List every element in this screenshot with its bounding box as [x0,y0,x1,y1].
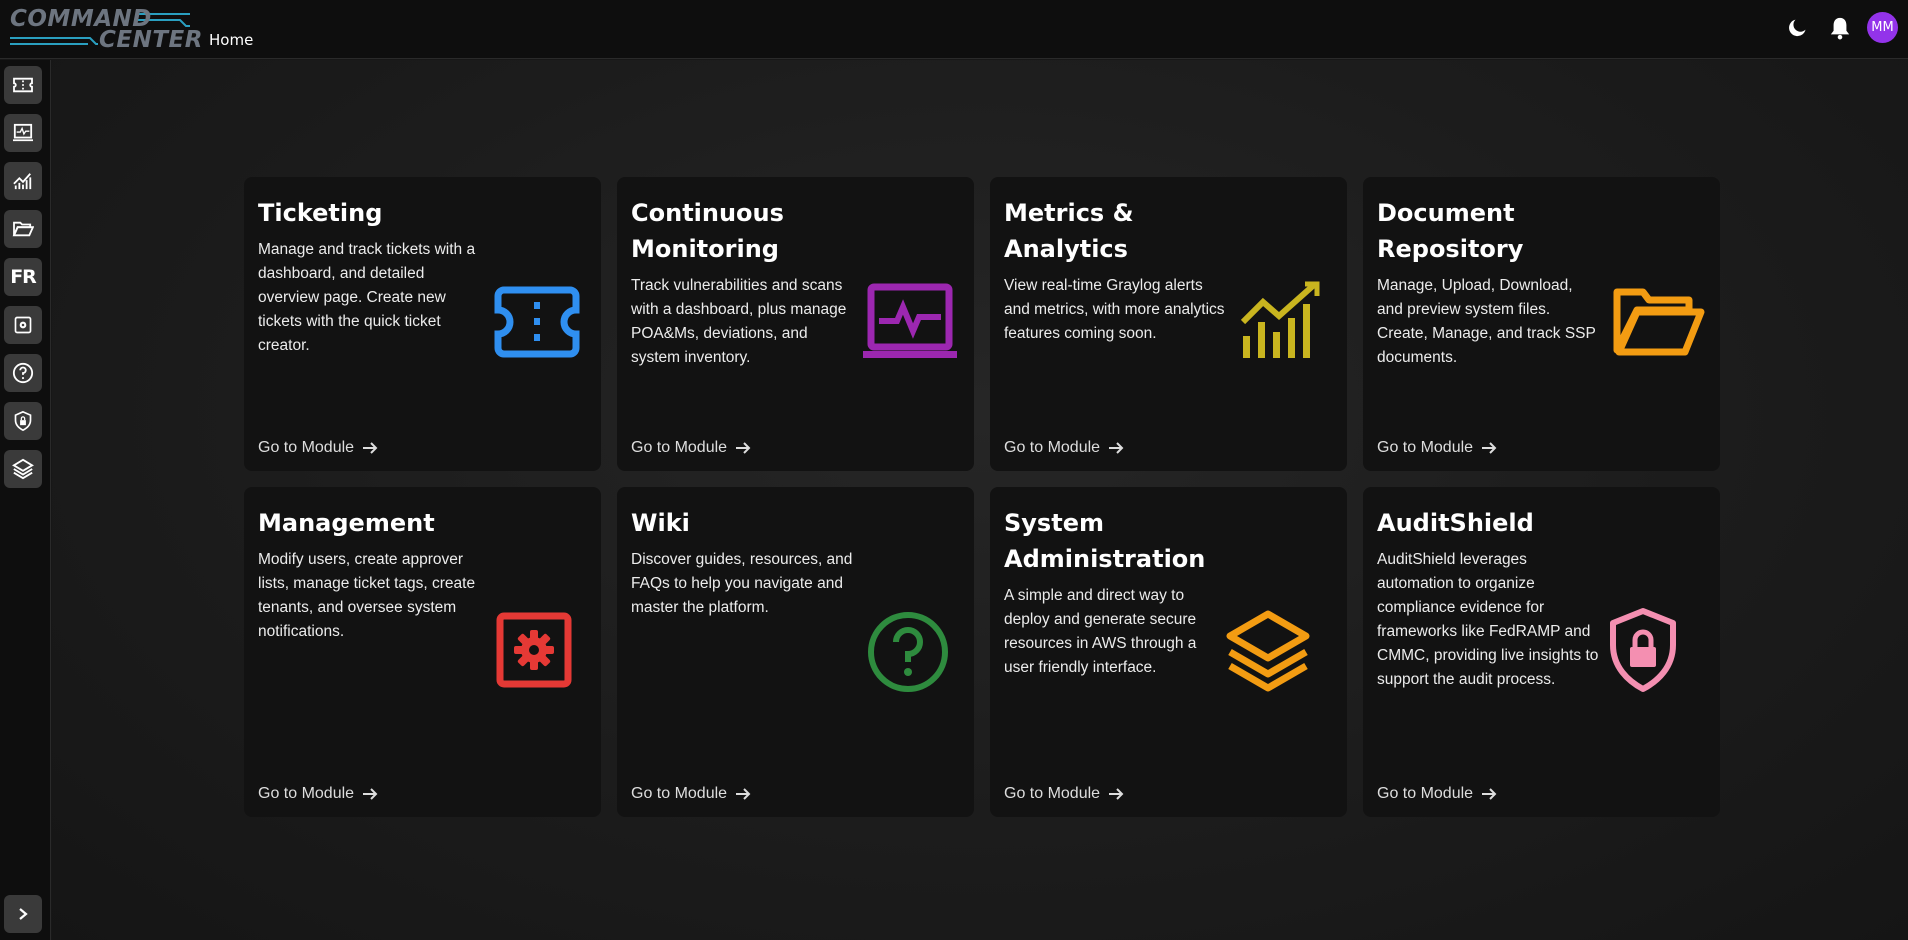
card-title: Wiki [631,509,690,537]
go-to-module-link[interactable]: Go to Module [1377,785,1497,803]
layers-icon [12,458,34,480]
sidebar-item-fr[interactable]: FR [4,258,42,296]
card-title: Ticketing [258,199,383,227]
go-to-module-label: Go to Module [1004,439,1101,456]
go-to-module-label: Go to Module [1004,785,1101,802]
fr-icon: FR [10,266,37,288]
module-card-auditshield[interactable]: AuditShield AuditShield leverages automa… [1363,487,1720,817]
help-icon [12,362,34,384]
layers-icon [1220,607,1316,693]
ticket-icon [492,282,582,362]
avatar[interactable]: MM [1867,12,1898,43]
arrow-right-icon [736,442,751,454]
breadcrumb-home[interactable]: Home [209,31,253,49]
go-to-module-link[interactable]: Go to Module [1004,439,1124,457]
sidebar-item-auditshield[interactable] [4,402,42,440]
card-title: System Administration [1004,509,1206,573]
monitor-icon [862,282,958,362]
card-title: AuditShield [1377,509,1534,537]
monitor-icon [12,123,33,142]
go-to-module-label: Go to Module [1377,785,1474,802]
main-content: Ticketing Manage and track tickets with … [52,60,1908,940]
module-card-management[interactable]: Management Modify users, create approver… [244,487,601,817]
arrow-right-icon [736,788,751,800]
card-description: AuditShield leverages automation to orga… [1377,551,1599,688]
folder-icon [1613,282,1705,362]
gear-icon [14,316,32,334]
sidebar-item-wiki[interactable] [4,354,42,392]
sidebar-expand-button[interactable] [4,895,42,933]
moon-icon[interactable] [1783,13,1813,43]
sidebar-item-management[interactable] [4,306,42,344]
card-title: Continuous Monitoring [631,199,784,263]
module-card-metrics-analytics[interactable]: Metrics & Analytics View real-time Grayl… [990,177,1347,471]
sidebar-item-documents[interactable] [4,210,42,248]
arrow-right-icon [363,442,378,454]
arrow-right-icon [363,788,378,800]
module-card-ticketing[interactable]: Ticketing Manage and track tickets with … [244,177,601,471]
go-to-module-label: Go to Module [631,785,728,802]
top-actions: MM [1783,12,1908,43]
go-to-module-link[interactable]: Go to Module [258,785,378,803]
sidebar: FR [0,60,51,940]
card-title: Document Repository [1377,199,1524,263]
card-description: Manage and track tickets with a dashboar… [258,241,476,354]
card-description: View real-time Graylog alerts and metric… [1004,277,1225,342]
chart-icon [1235,277,1325,362]
go-to-module-link[interactable]: Go to Module [631,439,751,457]
module-card-document-repository[interactable]: Document Repository Manage, Upload, Down… [1363,177,1720,471]
arrow-right-icon [1109,788,1124,800]
top-bar: COMMAND CENTER Home MM [0,0,1908,59]
sidebar-item-metrics[interactable] [4,162,42,200]
card-title: Metrics & Analytics [1004,199,1134,263]
card-title: Management [258,509,435,537]
module-card-continuous-monitoring[interactable]: Continuous Monitoring Track vulnerabilit… [617,177,974,471]
go-to-module-label: Go to Module [1377,439,1474,456]
sidebar-item-sysadmin[interactable] [4,450,42,488]
logo-text-center: CENTER [99,27,203,53]
card-description: Modify users, create approver lists, man… [258,551,476,640]
chevron-right-icon [19,908,28,920]
sidebar-item-ticketing[interactable] [4,66,42,104]
bell-icon[interactable] [1825,13,1855,43]
go-to-module-link[interactable]: Go to Module [258,439,378,457]
module-card-system-administration[interactable]: System Administration A simple and direc… [990,487,1347,817]
arrow-right-icon [1482,442,1497,454]
shield-icon [14,410,32,432]
go-to-module-link[interactable]: Go to Module [1004,785,1124,803]
module-card-wiki[interactable]: Wiki Discover guides, resources, and FAQ… [617,487,974,817]
ticket-icon [13,77,33,93]
card-description: A simple and direct way to deploy and ge… [1004,587,1197,676]
card-description: Track vulnerabilities and scans with a d… [631,277,847,366]
chart-icon [13,173,32,190]
card-description: Discover guides, resources, and FAQs to … [631,551,853,616]
arrow-right-icon [1482,788,1497,800]
gear-icon [494,610,574,690]
go-to-module-label: Go to Module [258,439,355,456]
go-to-module-label: Go to Module [258,785,355,802]
sidebar-item-monitoring[interactable] [4,114,42,152]
go-to-module-link[interactable]: Go to Module [631,785,751,803]
card-description: Manage, Upload, Download, and preview sy… [1377,277,1596,366]
shield-lock-icon [1603,605,1683,695]
go-to-module-link[interactable]: Go to Module [1377,439,1497,457]
help-icon [865,609,951,695]
go-to-module-label: Go to Module [631,439,728,456]
logo[interactable]: COMMAND CENTER [10,6,202,53]
arrow-right-icon [1109,442,1124,454]
folder-icon [12,221,34,237]
